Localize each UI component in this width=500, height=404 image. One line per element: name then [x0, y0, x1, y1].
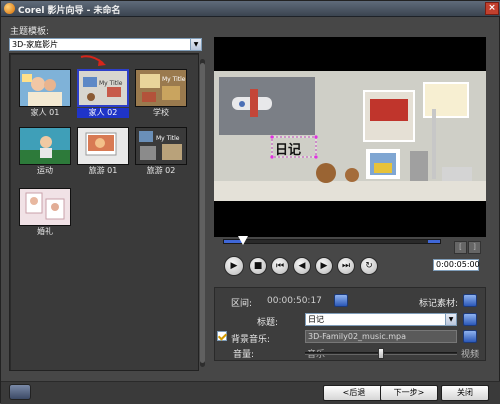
svg-text:My Title: My Title [156, 135, 180, 142]
background-music-file: 3D-Family02_music.mpa [308, 332, 407, 341]
template-thumbnail [19, 127, 71, 165]
volume-label: 音量: [233, 350, 255, 360]
template-label: 学校 [153, 108, 169, 117]
timeline-end-marker [428, 240, 440, 243]
template-item-school[interactable]: My Title 学校 [135, 69, 187, 117]
playback-timeline[interactable] [223, 239, 441, 244]
chevron-down-icon[interactable]: ▼ [445, 314, 456, 325]
previous-frame-button[interactable]: ◀ [293, 257, 311, 275]
template-item-family-01[interactable]: 家人 01 [19, 69, 71, 117]
background-music-file-field[interactable]: 3D-Family02_music.mpa [305, 330, 457, 343]
duration-settings-icon[interactable] [334, 294, 348, 307]
svg-text:My Title: My Title [162, 76, 186, 83]
timeline-scrubber[interactable] [238, 236, 248, 245]
close-button[interactable]: 关闭 [441, 385, 489, 401]
template-label: 婚礼 [37, 227, 53, 236]
title-select[interactable]: 日记 ▼ [305, 313, 457, 326]
window-title: Corel 影片向导 - 未命名 [18, 6, 121, 16]
text-properties-icon[interactable] [463, 313, 477, 326]
corel-app-icon [4, 3, 15, 14]
go-to-start-button[interactable]: ⏮ [271, 257, 289, 275]
timecode-field[interactable]: 0:00:05:00 [433, 259, 480, 271]
red-arrow-annotation [80, 55, 106, 66]
volume-slider-knob[interactable] [378, 348, 384, 359]
title-label: 标题: [257, 318, 279, 328]
volume-slider[interactable] [305, 348, 457, 359]
template-thumbnail: My Title [135, 69, 187, 107]
duration-value: 00:00:50:17 [267, 296, 322, 306]
template-thumbnail: My Title [77, 69, 129, 107]
repeat-button[interactable]: ↻ [360, 257, 378, 275]
template-thumbnail [77, 127, 129, 165]
theme-template-label: 主题模板: [10, 27, 50, 37]
go-to-end-button[interactable]: ⏭ [337, 257, 355, 275]
template-thumbnail [19, 188, 71, 226]
mark-in-button[interactable]: [ [454, 241, 467, 254]
theme-template-select[interactable]: 3D-家庭影片 ▼ [9, 38, 202, 51]
template-item-wedding[interactable]: 婚礼 [19, 188, 71, 236]
template-label: 旅游 02 [146, 166, 176, 175]
volume-video-label: 视频 [461, 350, 480, 360]
background-music-checkbox[interactable] [217, 331, 227, 341]
stop-button[interactable]: ■ [249, 257, 267, 275]
help-icon[interactable] [9, 384, 31, 400]
play-button[interactable]: ▶ [224, 256, 244, 276]
preview-scene-image: 日记 [214, 71, 486, 201]
background-music-label: 背景音乐: [231, 335, 271, 345]
mark-out-button[interactable]: ] [468, 241, 481, 254]
template-label: 家人 01 [30, 108, 60, 117]
title-bar: Corel 影片向导 - 未命名 × [1, 1, 500, 17]
mark-clips-icon[interactable] [463, 294, 477, 307]
movie-wizard-window: Corel 影片向导 - 未命名 × 主题模板: 3D-家庭影片 ▼ 家人 01… [0, 0, 500, 404]
music-settings-icon[interactable] [463, 330, 477, 343]
template-item-sports[interactable]: 运动 [19, 127, 71, 175]
svg-text:My Title: My Title [99, 80, 123, 87]
template-panel-scrollbar[interactable] [200, 59, 205, 367]
title-value: 日记 [308, 315, 324, 324]
template-item-travel-02[interactable]: My Title 旅游 02 [135, 127, 187, 175]
mark-clips-label: 标记素材: [419, 299, 459, 309]
back-button[interactable]: <后退 [323, 385, 385, 401]
next-frame-button[interactable]: ▶ [315, 257, 333, 275]
preview-title-text[interactable]: 日记 [275, 139, 301, 158]
scrollbar-thumb[interactable] [200, 63, 205, 363]
duration-label: 区间: [231, 299, 253, 309]
template-label: 家人 02 [77, 108, 129, 118]
template-item-family-02[interactable]: My Title 家人 02 [77, 69, 129, 118]
theme-template-value: 3D-家庭影片 [12, 40, 59, 49]
template-label: 旅游 01 [88, 166, 118, 175]
chevron-down-icon[interactable]: ▼ [190, 39, 201, 50]
window-close-button[interactable]: × [485, 2, 499, 15]
template-item-travel-01[interactable]: 旅游 01 [77, 127, 129, 175]
next-button[interactable]: 下一步> [380, 385, 438, 401]
template-label: 运动 [37, 166, 53, 175]
preview-window: 日记 [214, 37, 486, 237]
template-thumbnail: My Title [135, 127, 187, 165]
template-thumbnail [19, 69, 71, 107]
